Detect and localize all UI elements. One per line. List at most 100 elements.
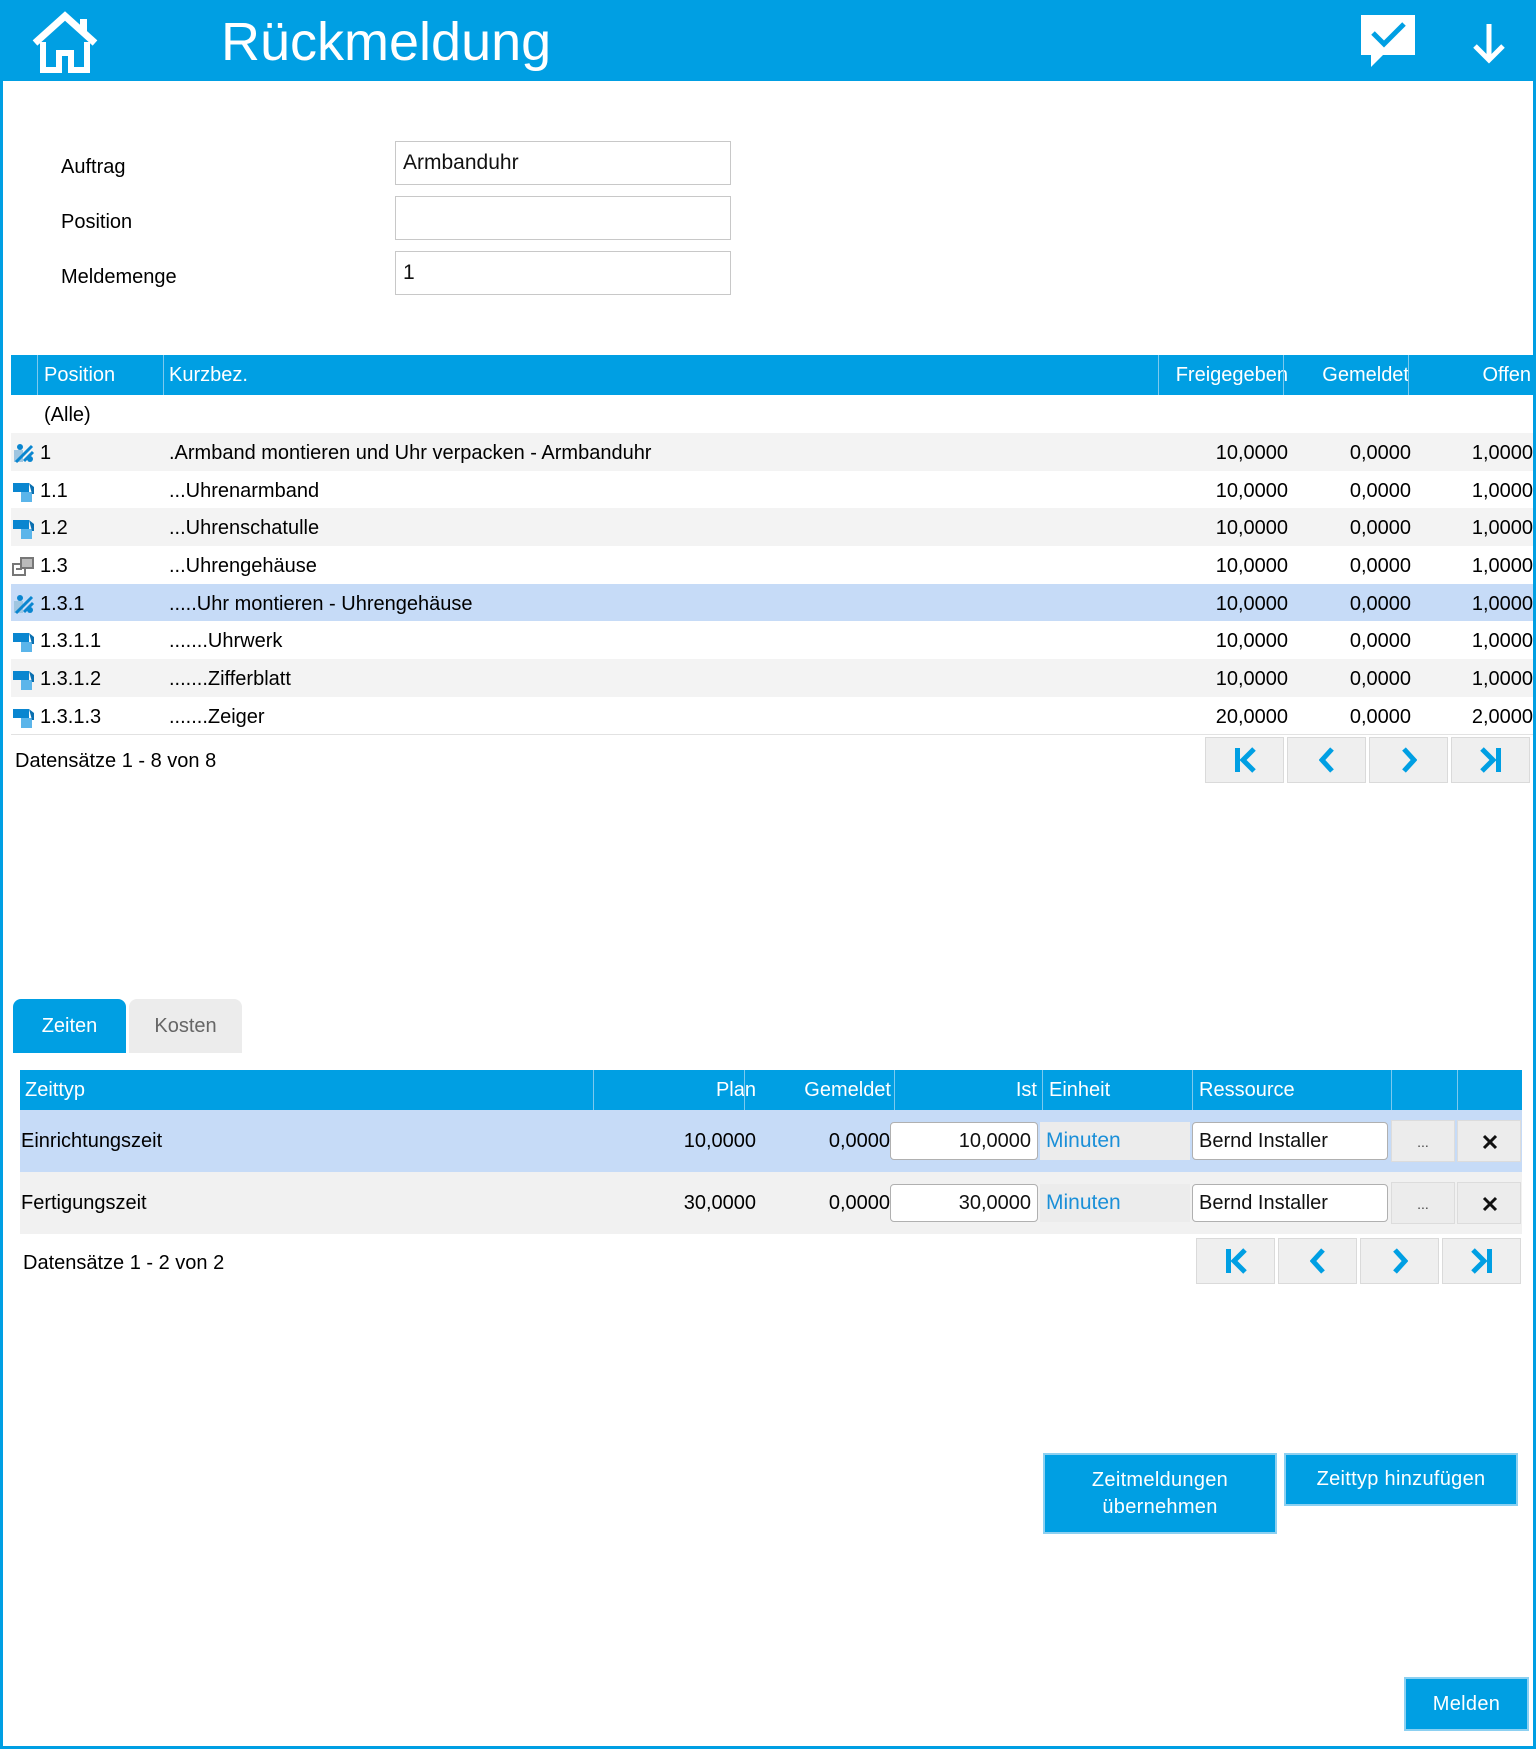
- ist-input[interactable]: [890, 1122, 1038, 1160]
- col-kurzbez[interactable]: Kurzbez.: [169, 355, 248, 395]
- table-row[interactable]: Einrichtungszeit 10,0000 0,0000 Minuten...: [20, 1110, 1522, 1172]
- col-ressource[interactable]: Ressource: [1199, 1070, 1295, 1110]
- col-offen[interactable]: Offen: [1411, 355, 1531, 395]
- home-icon[interactable]: [31, 11, 99, 73]
- col-freigegeben[interactable]: Freigegeben: [1161, 355, 1288, 395]
- ist-input[interactable]: [890, 1184, 1038, 1222]
- col-ist[interactable]: Ist: [900, 1070, 1037, 1110]
- cell-kurzbez: ...Uhrenschatulle: [169, 517, 320, 540]
- meldemenge-label: Meldemenge: [61, 266, 177, 288]
- first-page-icon: [1234, 747, 1256, 773]
- cell-kurzbez: ...Uhrengehäuse: [169, 555, 317, 578]
- arrow-down-icon[interactable]: [1469, 21, 1509, 65]
- cell-position: 1.1: [40, 479, 68, 502]
- positions-last-page-button[interactable]: [1451, 737, 1530, 783]
- table-row[interactable]: Fertigungszeit 30,0000 0,0000 Minuten...: [20, 1172, 1522, 1234]
- position-input[interactable]: [395, 196, 731, 240]
- last-page-icon: [1479, 747, 1501, 773]
- cell-kurzbez: .....Uhr montieren - Uhrengehäuse: [169, 592, 473, 615]
- tab-kosten[interactable]: Kosten: [129, 999, 242, 1053]
- table-row[interactable]: 1.1 ...Uhrenarmband 10,0000 0,0000 1,0000: [11, 470, 1533, 509]
- einheit-link[interactable]: Minuten: [1040, 1122, 1190, 1160]
- zeitmeldungen-uebernehmen-button[interactable]: Zeitmeldungen übernehmen: [1043, 1453, 1277, 1534]
- col-einheit[interactable]: Einheit: [1049, 1070, 1110, 1110]
- delete-row-button[interactable]: [1457, 1182, 1521, 1224]
- cell-position: 1.3.1.2: [40, 668, 102, 691]
- cell-offen: 1,0000: [1471, 517, 1533, 540]
- cell-gemeldet: 0,0000: [1349, 705, 1411, 728]
- col-zeittyp[interactable]: Zeittyp: [25, 1070, 85, 1110]
- times-last-page-button[interactable]: [1442, 1238, 1521, 1284]
- meldemenge-input[interactable]: [395, 251, 731, 295]
- positions-next-page-button[interactable]: [1369, 737, 1448, 783]
- cell-plan: 10,0000: [683, 1130, 756, 1152]
- close-icon: [1482, 1196, 1498, 1212]
- table-row[interactable]: 1.3.1.1 .......Uhrwerk 10,0000 0,0000 1,0000: [11, 621, 1533, 660]
- cell-offen: 1,0000: [1471, 630, 1533, 653]
- cell-position: 1: [40, 442, 52, 464]
- positions-first-page-button[interactable]: [1205, 737, 1284, 783]
- cell-kurzbez: .Armband montieren und Uhr verpacken - A…: [169, 442, 652, 464]
- zeitmeldungen-label-line2: übernehmen: [1102, 1496, 1218, 1518]
- material-icon: [12, 629, 36, 653]
- app-frame: Rückmeldung Auftrag Position Meldemenge …: [0, 0, 1536, 1749]
- cell-offen: 1,0000: [1471, 479, 1533, 502]
- close-icon: [1482, 1134, 1498, 1150]
- cell-gemeldet: 0,0000: [1349, 555, 1411, 578]
- table-row[interactable]: 1 .Armband montieren und Uhr verpacken - …: [11, 433, 1533, 471]
- filter-all-row[interactable]: (Alle): [11, 395, 1533, 433]
- ressource-picker-button[interactable]: ...: [1391, 1182, 1455, 1224]
- cell-offen: 1,0000: [1471, 442, 1533, 464]
- material-icon: [12, 516, 36, 540]
- times-prev-page-button[interactable]: [1278, 1238, 1357, 1284]
- col-position[interactable]: Position: [44, 355, 115, 395]
- col-plan[interactable]: Plan: [600, 1070, 756, 1110]
- col-gemeldet[interactable]: Gemeldet: [1287, 355, 1409, 395]
- cell-gemeldet: 0,0000: [1349, 592, 1411, 615]
- positions-table-header: Position Kurzbez. Freigegeben Gemeldet O…: [11, 355, 1533, 395]
- table-row[interactable]: 1.3.1 .....Uhr montieren - Uhrengehäuse 10…: [11, 583, 1533, 622]
- cell-gemeldet: 0,0000: [1349, 668, 1411, 691]
- positions-prev-page-button[interactable]: [1287, 737, 1366, 783]
- chevron-left-icon: [1318, 747, 1334, 773]
- cell-offen: 1,0000: [1471, 555, 1533, 578]
- positions-table: Position Kurzbez. Freigegeben Gemeldet O…: [11, 355, 1533, 735]
- positions-records-label: Datensätze 1 - 8 von 8: [15, 750, 217, 772]
- cell-offen: 1,0000: [1471, 592, 1533, 615]
- times-next-page-button[interactable]: [1360, 1238, 1439, 1284]
- assembly-icon: [12, 441, 36, 465]
- table-row[interactable]: 1.2 ...Uhrenschatulle 10,0000 0,0000 1,0000: [11, 508, 1533, 547]
- zeitmeldungen-label-line1: Zeitmeldungen: [1091, 1469, 1229, 1491]
- cell-offen: 1,0000: [1471, 668, 1533, 691]
- ressource-input[interactable]: [1192, 1122, 1388, 1160]
- cell-gemeldet: 0,0000: [1349, 479, 1411, 502]
- chevron-left-icon: [1309, 1248, 1325, 1274]
- confirm-message-icon[interactable]: [1359, 13, 1417, 71]
- ressource-input[interactable]: [1192, 1184, 1388, 1222]
- times-first-page-button[interactable]: [1196, 1238, 1275, 1284]
- cell-gemeldet: 0,0000: [1349, 442, 1411, 464]
- filter-all-label: (Alle): [44, 404, 91, 426]
- ressource-picker-button[interactable]: ...: [1391, 1120, 1455, 1162]
- tab-zeiten[interactable]: Zeiten: [13, 999, 126, 1053]
- first-page-icon: [1225, 1248, 1247, 1274]
- cell-position: 1.3.1.3: [40, 705, 102, 728]
- zeittyp-hinzufuegen-button[interactable]: Zeittyp hinzufügen: [1284, 1453, 1518, 1506]
- cell-gemeldet: 0,0000: [828, 1192, 890, 1214]
- table-row[interactable]: 1.3 ...Uhrengehäuse 10,0000 0,0000 1,0000: [11, 546, 1533, 584]
- cell-zeittyp: Fertigungszeit: [21, 1192, 147, 1214]
- table-row[interactable]: 1.3.1.3 .......Zeiger 20,0000 0,0000 2,0000: [11, 696, 1533, 735]
- times-records-label: Datensätze 1 - 2 von 2: [23, 1252, 225, 1274]
- melden-button[interactable]: Melden: [1404, 1677, 1529, 1731]
- cell-position: 1.2: [40, 517, 68, 540]
- cell-gemeldet: 0,0000: [1349, 517, 1411, 540]
- material-icon: [12, 479, 36, 503]
- material-icon: [12, 705, 36, 729]
- position-label: Position: [61, 211, 133, 233]
- auftrag-input[interactable]: [395, 141, 731, 185]
- table-row[interactable]: 1.3.1.2 .......Zifferblatt 10,0000 0,0000 1,…: [11, 659, 1533, 697]
- col-gemeldet-times[interactable]: Gemeldet: [750, 1070, 891, 1110]
- page-title: Rückmeldung: [221, 12, 552, 72]
- delete-row-button[interactable]: [1457, 1120, 1521, 1162]
- einheit-link[interactable]: Minuten: [1040, 1184, 1190, 1222]
